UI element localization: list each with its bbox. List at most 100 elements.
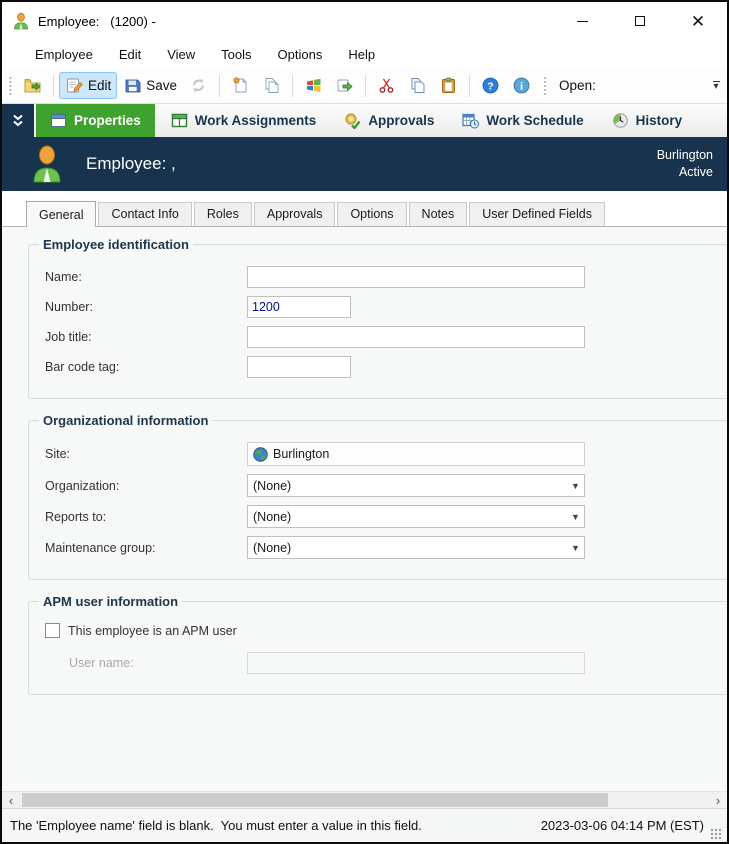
tab-notes[interactable]: Notes [408,202,468,226]
feature-tab-label: Work Schedule [486,113,584,128]
name-field[interactable] [247,266,585,288]
job-title-field[interactable] [247,326,585,348]
toolbar-overflow-icon[interactable]: ▾ [709,81,723,92]
organization-dropdown[interactable]: (None) ▼ [247,474,585,497]
menu-help[interactable]: Help [335,43,388,66]
windows-logo-button[interactable] [298,72,329,99]
globe-icon [253,446,268,462]
menu-employee[interactable]: Employee [22,43,106,66]
history-clock-icon [612,113,628,128]
page-tabs-container: General Contact Info Roles Approvals Opt… [2,191,727,227]
site-label: Site: [45,447,71,461]
feature-tab-properties[interactable]: Properties [36,104,155,137]
new-document-icon [233,77,247,93]
banner-title: Employee: , [86,154,176,173]
scrollbar-thumb[interactable] [22,793,608,807]
number-field[interactable] [247,296,351,318]
refresh-button [183,72,214,99]
menu-tools[interactable]: Tools [208,43,264,66]
copy-icon [411,78,425,93]
chevron-down-icon[interactable]: ▼ [567,506,584,527]
status-bar: The 'Employee name' field is blank. You … [2,808,727,842]
window-title: Employee: (1200) - [38,13,160,29]
cut-button[interactable] [371,72,402,99]
record-banner: Employee: , Burlington Active [2,137,727,191]
apm-user-checkbox-label: This employee is an APM user [68,623,237,638]
duplicate-document-button[interactable] [256,72,287,99]
banner-status: Active [678,165,713,179]
save-icon [125,79,141,93]
resize-grip-icon[interactable] [710,828,722,840]
feature-tab-label: Properties [74,113,141,128]
bar-code-tag-field[interactable] [247,356,351,378]
employee-identification-group: Employee identification Name: Number: Jo… [28,237,727,399]
maintenance-group-label: Maintenance group: [45,540,156,555]
feature-tab-history[interactable]: History [598,104,697,137]
minimize-button[interactable] [553,2,611,40]
feature-tab-strip: Properties Work Assignments Approvals Wo… [2,104,727,137]
horizontal-scrollbar[interactable]: ‹ › [2,791,727,808]
toolbar-grip [8,75,13,96]
scroll-left-arrow[interactable]: ‹ [2,793,20,808]
paste-button[interactable] [433,72,464,99]
scroll-right-arrow[interactable]: › [709,793,727,808]
apm-user-checkbox[interactable] [45,623,60,638]
employee-window: Employee: (1200) - ✕ Employee Edit View … [0,0,729,844]
windows-logo-icon [307,78,321,92]
feature-tab-label: Approvals [368,113,435,128]
tab-options[interactable]: Options [337,202,407,226]
approval-check-icon [345,113,361,129]
general-tab-panel: Employee identification Name: Number: Jo… [2,226,727,791]
user-name-label: User name: [69,656,134,670]
close-button[interactable]: ✕ [669,2,727,40]
info-button[interactable]: i [506,72,537,99]
tab-contact-info[interactable]: Contact Info [98,202,192,226]
edit-icon [67,78,83,93]
group-legend: Employee identification [43,237,189,252]
chevron-down-icon[interactable]: ▼ [567,537,584,558]
tab-approvals[interactable]: Approvals [253,202,336,226]
table-grid-icon [171,113,187,128]
bar-code-tag-label: Bar code tag: [45,360,120,374]
tab-general[interactable]: General [26,201,97,227]
banner-site-status: Burlington Active [657,147,713,181]
refresh-icon [192,78,205,93]
svg-text:?: ? [487,80,493,92]
menu-options[interactable]: Options [265,43,336,66]
chevron-down-icon[interactable]: ▼ [567,475,584,496]
feature-tab-approvals[interactable]: Approvals [330,104,448,137]
open-folder-button[interactable] [17,72,48,99]
group-legend: Organizational information [43,413,209,428]
site-field: Burlington [247,442,585,466]
maximize-button[interactable] [611,2,669,40]
calendar-clock-icon [462,113,480,129]
paste-icon [442,77,455,93]
menu-edit[interactable]: Edit [106,43,154,66]
open-folder-icon [24,79,41,93]
toolbar: Edit Save ? i Open: ▾ [2,68,727,104]
feature-tab-work-assignments[interactable]: Work Assignments [157,104,331,137]
save-button[interactable]: Save [117,72,183,99]
menu-view[interactable]: View [154,43,208,66]
maintenance-group-dropdown[interactable]: (None) ▼ [247,536,585,559]
send-button[interactable] [329,72,360,99]
copy-button[interactable] [402,72,433,99]
reports-to-dropdown[interactable]: (None) ▼ [247,505,585,528]
edit-button-label: Edit [88,78,112,93]
scrollbar-track[interactable] [20,792,709,808]
feature-tab-work-schedule[interactable]: Work Schedule [448,104,597,137]
tab-user-defined-fields[interactable]: User Defined Fields [469,202,605,226]
site-value: Burlington [273,447,330,461]
collapse-chevron-button[interactable] [2,104,34,137]
window-icon [51,114,66,127]
save-button-label: Save [146,78,178,93]
name-label: Name: [45,270,82,284]
edit-button[interactable]: Edit [59,72,118,99]
cut-icon [379,78,394,93]
tab-roles[interactable]: Roles [193,202,252,226]
new-document-button[interactable] [225,72,256,99]
organizational-information-group: Organizational information Site: Burling… [28,413,727,580]
svg-text:i: i [520,81,523,93]
employee-person-icon [12,12,30,30]
help-button[interactable]: ? [475,72,506,99]
